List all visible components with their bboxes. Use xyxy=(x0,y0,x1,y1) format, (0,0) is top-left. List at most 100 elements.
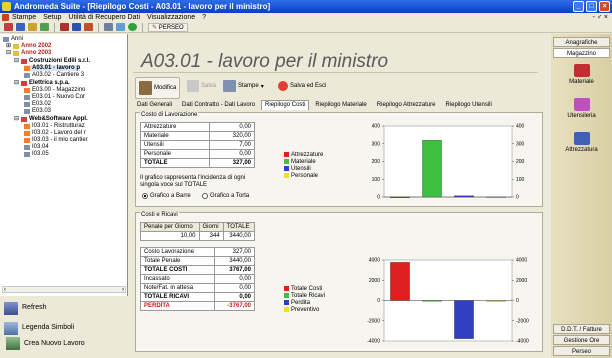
legend-button[interactable]: Legenda Simboli xyxy=(4,322,74,335)
tree-node-job[interactable]: E03.00 - Magazzino xyxy=(24,87,85,93)
scroll-left-icon[interactable]: ‹ xyxy=(4,287,6,293)
radio-dot xyxy=(142,193,148,199)
radio-bar-chart[interactable]: Grafico a Barre xyxy=(142,193,191,199)
y-tick-label-left: 200 xyxy=(372,159,381,165)
tree-node-job[interactable]: I03.01 - Ristrutturaz xyxy=(24,123,85,129)
tree-node-job[interactable]: I03.02 - Lavoro del r xyxy=(24,130,86,136)
penale-totale-field: 3440,00 xyxy=(222,231,256,241)
menu-setup[interactable]: Setup xyxy=(43,13,61,22)
tree-node-job[interactable]: I03.04 xyxy=(24,144,49,150)
modify-button[interactable]: Modifica xyxy=(135,77,181,99)
tree-node-root[interactable]: Anni xyxy=(3,36,23,42)
minimize-button[interactable]: _ xyxy=(573,1,584,12)
tab-dati-generali[interactable]: Dati Generali xyxy=(133,100,176,110)
tab-anagrafiche[interactable]: Anagrafiche xyxy=(553,37,610,47)
giorni-field[interactable]: 344 xyxy=(198,231,224,241)
tab-ddt-fatture[interactable]: D.D.T. / Fatture xyxy=(553,324,610,334)
tab-riepilogo-materiale[interactable]: Riepilogo Materiale xyxy=(311,100,370,110)
print-button[interactable]: Stampe ▾ xyxy=(219,79,268,93)
penale-per-giorno-field[interactable]: 10,00 xyxy=(140,231,200,241)
tree-node-job[interactable]: E03.02 xyxy=(24,101,51,107)
modify-label: Modifica xyxy=(154,85,177,91)
tree-node-client[interactable]: ⊟ Elettrica s.p.a. xyxy=(14,80,70,86)
y-tick-label-right: 300 xyxy=(516,141,525,147)
cell-value: 327,00 xyxy=(209,158,255,168)
tree-node-year-2003[interactable]: ⊟ Anno 2003 xyxy=(6,50,51,56)
maximize-button[interactable]: □ xyxy=(586,1,597,12)
legend-label: Personale xyxy=(291,172,319,179)
tree-node-job[interactable]: E03.01 - Nuovo Cor xyxy=(24,94,85,100)
y-tick-label-left: 0 xyxy=(377,298,380,304)
legend-label: Preventivo xyxy=(291,306,320,313)
tab-riepilogo-costi[interactable]: Riepilogo Costi xyxy=(261,100,310,110)
table-row-loss: PERDITA -3767,00 xyxy=(139,301,255,311)
attrezzatura-label: Attrezzatura xyxy=(565,147,598,153)
refresh-icon xyxy=(4,302,18,315)
y-tick-label-right: 100 xyxy=(516,177,525,183)
menu-help[interactable]: ? xyxy=(202,13,206,22)
radio-dot xyxy=(202,193,208,199)
materiale-item[interactable]: Materiale xyxy=(555,64,608,85)
toolbar-copy-icon[interactable] xyxy=(72,23,81,31)
scroll-right-icon[interactable]: › xyxy=(122,287,124,293)
menu-visualizzazione[interactable]: Visualizzazione xyxy=(147,13,195,22)
toolbar-separator xyxy=(142,22,143,32)
refresh-button[interactable]: Refresh xyxy=(4,302,47,315)
toolbar-save-icon[interactable] xyxy=(16,23,25,31)
save-exit-icon xyxy=(278,81,288,91)
toolbar-refresh-icon[interactable] xyxy=(128,23,137,31)
delete-button[interactable]: Salva xyxy=(183,79,220,93)
tree-label: I03.02 - Lavoro del r xyxy=(32,130,86,136)
tree-node-job[interactable]: I03.05 xyxy=(24,151,49,157)
toolbar-grid-icon[interactable] xyxy=(116,23,125,31)
tab-perseo[interactable]: Perseo xyxy=(553,346,610,356)
tab-gestione-ore[interactable]: Gestione Ore xyxy=(553,335,610,345)
tree-label: A03.01 - lavoro p xyxy=(32,65,81,71)
tab-riepilogo-attrezzature[interactable]: Riepilogo Attrezzature xyxy=(373,100,440,110)
toolbar-tree-icon[interactable] xyxy=(40,23,49,31)
table-row-total: TOTALE RICAVI 0,00 xyxy=(139,292,255,302)
menu-utilita[interactable]: Utilità di Recupero Dati xyxy=(68,13,140,22)
legend-swatch xyxy=(284,286,289,291)
bar-preventivo xyxy=(486,300,506,302)
tree-node-client[interactable]: ⊟ Costruzioni Edili s.r.l. xyxy=(14,58,90,64)
menu-stampe[interactable]: Stampe xyxy=(12,13,36,22)
toolbar-folder-icon[interactable] xyxy=(28,23,37,31)
chart2-legend: Totale Costi Totale Ricavi Perdita Preve… xyxy=(284,285,325,313)
radio-pie-chart[interactable]: Grafico a Torta xyxy=(202,193,249,199)
legend-item: Utensili xyxy=(284,165,323,172)
attrezzatura-item[interactable]: Attrezzatura xyxy=(555,132,608,153)
y-tick-label-right: 400 xyxy=(516,124,525,130)
print-label: Stampe xyxy=(238,83,259,89)
tab-dati-contratto[interactable]: Dati Contratto - Dati Lavoro xyxy=(178,100,259,110)
tab-riepilogo-utensili[interactable]: Riepilogo Utensili xyxy=(441,100,495,110)
tree-node-client[interactable]: ⊟ Web&Software Appl. xyxy=(14,116,88,122)
mdi-controls[interactable]: - ♂ × xyxy=(592,13,608,22)
tree-node-job[interactable]: A03.02 - Cantiere 3 xyxy=(24,72,84,78)
cost-revenue-bar-chart: 4000 4000 2000 2000 0 0 -2000 -2000 -4000 -4000 xyxy=(367,258,529,345)
cell-value: 3440,00 xyxy=(214,256,255,266)
job-icon xyxy=(24,87,30,93)
new-job-button[interactable]: Crea Nuovo Lavoro xyxy=(6,337,126,350)
tree-node-year-2002[interactable]: ⊞ Anno 2002 xyxy=(6,43,51,49)
toolbar-cut-icon[interactable] xyxy=(60,23,69,31)
cell-label: Materiale xyxy=(139,131,211,141)
toolbar-print-icon[interactable] xyxy=(104,23,113,31)
tree-label: E03.01 - Nuovo Cor xyxy=(32,94,86,100)
tree-node-job[interactable]: E03.03 xyxy=(24,108,51,114)
table-row: Personale 0,00 xyxy=(139,149,255,159)
delete-label: Salva xyxy=(201,83,217,89)
cell-label: TOTALE COSTI xyxy=(139,265,216,275)
tree-node-job[interactable]: I03.03 - il mio cantier xyxy=(24,137,88,143)
save-exit-button[interactable]: Salva ed Esci xyxy=(274,79,330,93)
legend-label: Totale Ricavi xyxy=(291,292,326,299)
tree-node-job-selected[interactable]: A03.01 - lavoro p xyxy=(24,65,81,72)
toolbar-paste-icon[interactable] xyxy=(84,23,93,31)
tab-magazzino[interactable]: Magazzino xyxy=(553,48,610,58)
close-button[interactable]: × xyxy=(599,1,610,12)
toolbar-open-icon[interactable] xyxy=(4,23,13,31)
perseo-button[interactable]: ✎ PERSEO xyxy=(148,22,188,32)
costi-ricavi-table: Costo Lavorazione 327,00 Totale Penale 344… xyxy=(139,247,255,311)
tree-horizontal-scrollbar[interactable]: ‹ › xyxy=(2,286,126,293)
utensileria-item[interactable]: Utensileria xyxy=(555,98,608,119)
